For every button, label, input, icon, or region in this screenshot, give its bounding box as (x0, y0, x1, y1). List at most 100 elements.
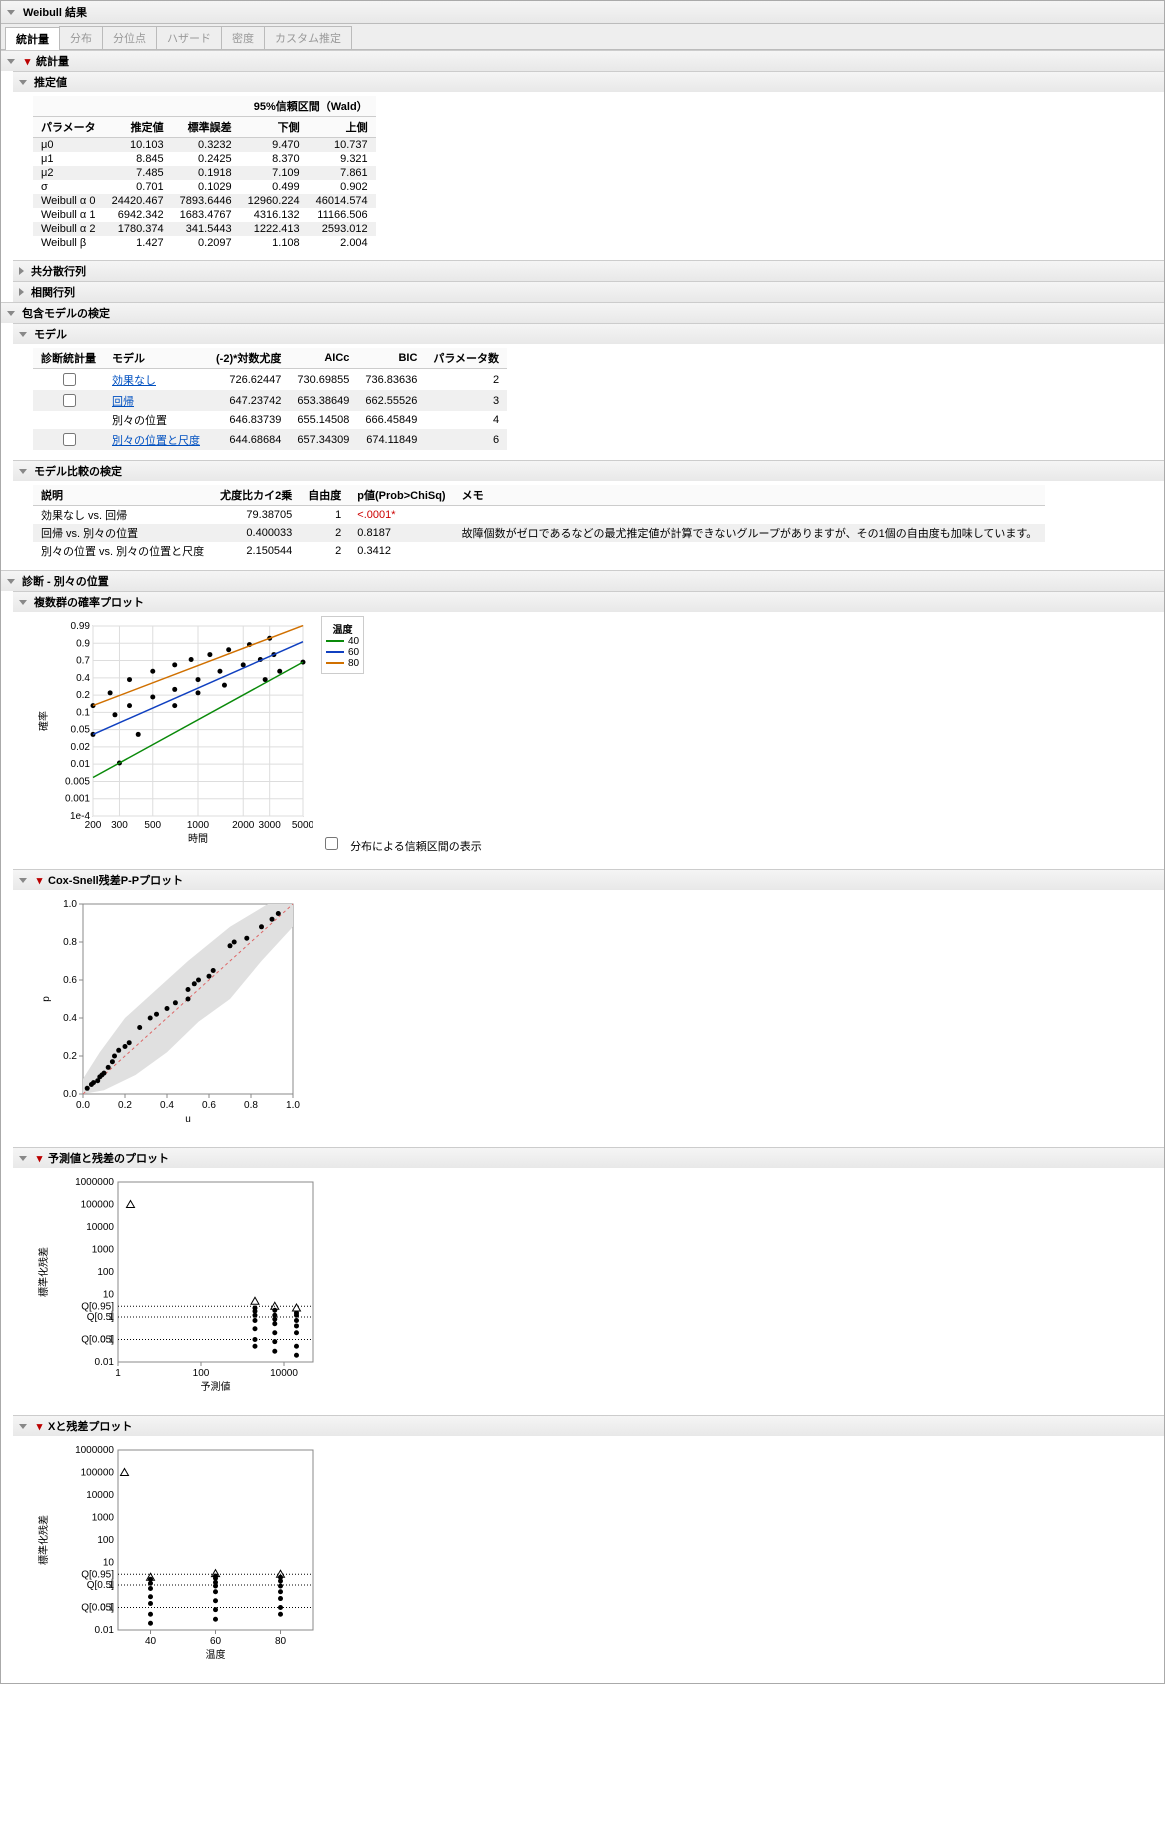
models-table: 診断統計量 モデル (-2)*対数尤度 AICc BIC パラメータ数 効果なし… (33, 348, 507, 450)
model-link[interactable]: 効果なし (112, 375, 156, 387)
svg-text:0.8: 0.8 (244, 1100, 258, 1111)
col-model: モデル (104, 348, 208, 369)
subsection-hdr-coxsnell[interactable]: ▾ Cox-Snell残差P-Pプロット (13, 870, 1164, 890)
subsection-hdr-covariance[interactable]: 共分散行列 (13, 261, 1164, 281)
svg-text:10: 10 (103, 1558, 115, 1569)
subsection-hdr-predres[interactable]: ▾ 予測値と残差のプロット (13, 1148, 1164, 1168)
table-row: 効果なし vs. 回帰79.387051<.0001* (33, 506, 1045, 525)
collapse-icon[interactable] (7, 10, 15, 15)
subsection-predres: ▾ 予測値と残差のプロット 10000001000001000010001001… (13, 1147, 1164, 1415)
svg-text:標準化残差: 標準化残差 (37, 1247, 50, 1297)
svg-text:1000000: 1000000 (75, 1445, 114, 1456)
coxsnell-chart[interactable]: 0.00.00.20.20.40.40.60.60.80.81.01.0up (33, 894, 1158, 1137)
predres-body: 10000001000001000010001001010.10.01Q[0.9… (13, 1168, 1164, 1415)
model-link[interactable]: 回帰 (112, 396, 134, 408)
subsection-correlation: 相関行列 (13, 281, 1164, 302)
subsection-xres: ▾ Xと残差プロット 10000001000001000010001001010… (13, 1415, 1164, 1683)
disclosure-icon[interactable] (19, 878, 27, 883)
comparison-table: 説明 尤度比カイ2乗 自由度 p値(Prob>ChiSq) メモ 効果なし vs… (33, 485, 1045, 560)
hotspot-icon[interactable]: ▾ (34, 875, 45, 886)
subsection-models: モデル 診断統計量 モデル (-2)*対数尤度 AICc BIC パラメータ数 … (13, 323, 1164, 460)
subsection-probability-plot: 複数群の確率プロット 0.990.90.70.40.20.10.050.020.… (13, 591, 1164, 869)
disclosure-icon[interactable] (19, 332, 27, 337)
svg-text:0.8: 0.8 (63, 937, 77, 948)
ci-checkbox-row[interactable]: 分布による信頼区間の表示 (321, 841, 482, 853)
disclosure-icon[interactable] (7, 579, 15, 584)
svg-text:u: u (185, 1114, 191, 1125)
svg-text:1.0: 1.0 (286, 1100, 300, 1111)
disclosure-icon[interactable] (19, 469, 27, 474)
legend-item[interactable]: 60 (326, 647, 359, 658)
subsection-title: Cox-Snell残差P-Pプロット (48, 872, 183, 888)
disclosure-icon[interactable] (19, 600, 27, 605)
svg-text:1000: 1000 (187, 820, 210, 831)
legend-box: 温度 406080 (321, 616, 364, 674)
disclosure-icon[interactable] (19, 267, 24, 275)
svg-text:10: 10 (103, 1290, 115, 1301)
hotspot-icon[interactable]: ▾ (34, 1421, 45, 1432)
subsection-hdr-probplot[interactable]: 複数群の確率プロット (13, 592, 1164, 612)
legend-item[interactable]: 40 (326, 636, 359, 647)
section-hdr-nested[interactable]: 包含モデルの検定 (1, 303, 1164, 323)
disclosure-icon[interactable] (19, 1156, 27, 1161)
svg-text:100000: 100000 (81, 1200, 115, 1211)
col-aicc: AICc (289, 348, 357, 369)
svg-text:100000: 100000 (81, 1468, 115, 1479)
subsection-hdr-correlation[interactable]: 相関行列 (13, 282, 1164, 302)
svg-text:200: 200 (85, 820, 102, 831)
svg-text:0.7: 0.7 (76, 656, 90, 667)
tab-density[interactable]: 密度 (221, 26, 265, 49)
model-diag-checkbox[interactable] (63, 373, 76, 386)
table-row: Weibull α 024420.4677893.644612960.22446… (33, 194, 376, 208)
col-2ll: (-2)*対数尤度 (208, 348, 289, 369)
hotspot-icon[interactable]: ▾ (22, 56, 33, 67)
section-hdr-statistics[interactable]: ▾ 統計量 (1, 51, 1164, 71)
table-row: μ27.4850.19187.1097.861 (33, 166, 376, 180)
svg-text:0.05: 0.05 (71, 725, 91, 736)
disclosure-icon[interactable] (19, 1424, 27, 1429)
probplot-body: 0.990.90.70.40.20.10.050.020.010.0050.00… (13, 612, 1164, 869)
subsection-hdr-estimates[interactable]: 推定値 (13, 72, 1164, 92)
col-nparam: パラメータ数 (425, 348, 507, 369)
col-note: メモ (454, 485, 1046, 506)
table-row: 別々の位置と尺度644.68684657.34309674.118496 (33, 429, 507, 450)
hotspot-icon[interactable]: ▾ (34, 1153, 45, 1164)
col-chisq: 尤度比カイ2乗 (212, 485, 300, 506)
svg-text:0.4: 0.4 (63, 1013, 77, 1024)
tab-hazard[interactable]: ハザード (156, 26, 222, 49)
disclosure-icon[interactable] (19, 80, 27, 85)
col-param: パラメータ (33, 117, 104, 138)
col-desc: 説明 (33, 485, 212, 506)
predres-chart[interactable]: 10000001000001000010001001010.10.01Q[0.9… (33, 1172, 1158, 1405)
weibull-results-panel: Weibull 結果 統計量 分布 分位点 ハザード 密度 カスタム推定 ▾ 統… (0, 0, 1165, 1684)
model-diag-checkbox[interactable] (63, 433, 76, 446)
probability-plot-chart[interactable]: 0.990.90.70.40.20.10.050.020.010.0050.00… (33, 616, 313, 859)
legend-item[interactable]: 80 (326, 658, 359, 669)
subsection-hdr-xres[interactable]: ▾ Xと残差プロット (13, 1416, 1164, 1436)
tab-custom[interactable]: カスタム推定 (264, 26, 352, 49)
col-diagstat: 診断統計量 (33, 348, 104, 369)
models-body: 診断統計量 モデル (-2)*対数尤度 AICc BIC パラメータ数 効果なし… (13, 344, 1164, 460)
tab-distribution[interactable]: 分布 (59, 26, 103, 49)
xres-chart[interactable]: 10000001000001000010001001010.10.01Q[0.9… (33, 1440, 1158, 1673)
svg-text:0.1: 0.1 (76, 707, 90, 718)
svg-text:0.2: 0.2 (118, 1100, 132, 1111)
tab-statistics[interactable]: 統計量 (5, 27, 60, 50)
subsection-covariance: 共分散行列 (13, 260, 1164, 281)
probplot-side: 温度 406080 分布による信頼区間の表示 (321, 616, 1158, 854)
disclosure-icon[interactable] (7, 311, 15, 316)
disclosure-icon[interactable] (7, 59, 15, 64)
model-diag-checkbox[interactable] (63, 394, 76, 407)
svg-text:1.0: 1.0 (63, 899, 77, 910)
section-hdr-diagnostics[interactable]: 診断 - 別々の位置 (1, 571, 1164, 591)
xres-body: 10000001000001000010001001010.10.01Q[0.9… (13, 1436, 1164, 1683)
model-link[interactable]: 別々の位置と尺度 (112, 435, 200, 447)
svg-text:10000: 10000 (270, 1368, 298, 1379)
disclosure-icon[interactable] (19, 288, 24, 296)
subsection-hdr-comparison[interactable]: モデル比較の検定 (13, 461, 1164, 481)
subsection-hdr-models[interactable]: モデル (13, 324, 1164, 344)
subsection-title: モデル (34, 326, 67, 342)
svg-text:10000: 10000 (86, 1490, 114, 1501)
tab-quantile[interactable]: 分位点 (102, 26, 157, 49)
ci-checkbox[interactable] (325, 837, 338, 850)
